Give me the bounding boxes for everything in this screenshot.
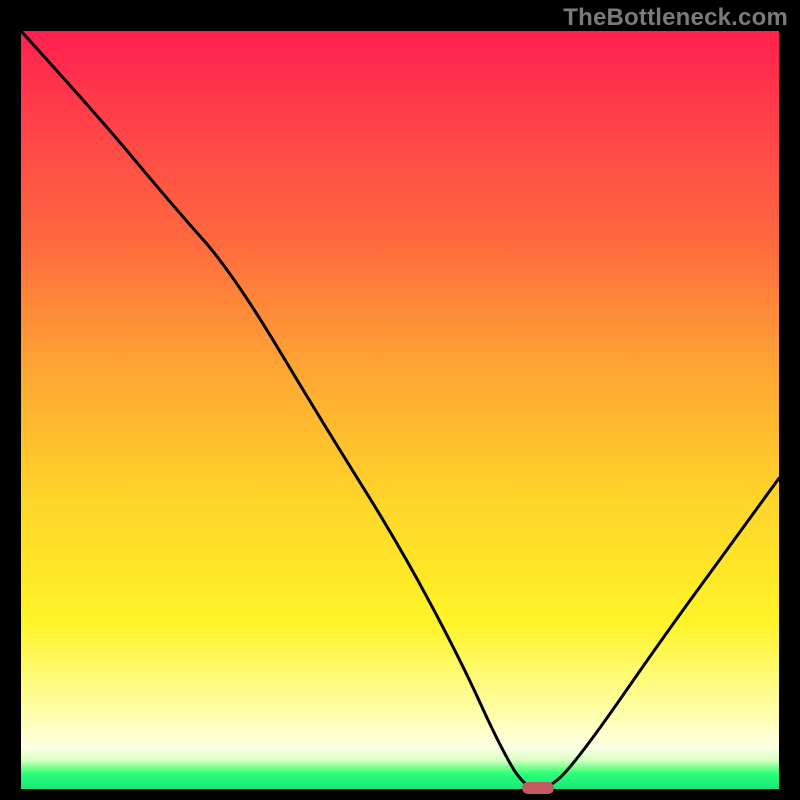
optimum-marker (522, 782, 555, 795)
chart-frame: TheBottleneck.com (0, 0, 800, 800)
plot-area (21, 31, 779, 789)
bottleneck-curve-path (21, 31, 779, 789)
curve-svg (21, 31, 779, 789)
watermark-text: TheBottleneck.com (563, 4, 788, 32)
